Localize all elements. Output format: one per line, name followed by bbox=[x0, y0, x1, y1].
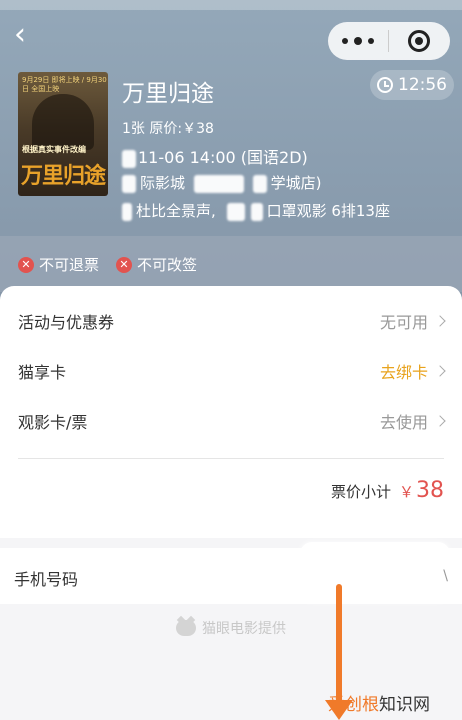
chevron-left-icon: ‹ bbox=[14, 17, 26, 52]
more-dots-icon bbox=[339, 37, 377, 45]
option-value: 去使用 bbox=[379, 409, 446, 433]
option-label: 观影卡/票 bbox=[18, 413, 88, 432]
option-value-text: 无可用 bbox=[379, 313, 428, 332]
policy-tag-label: 不可改签 bbox=[137, 256, 198, 274]
option-value: 去绑卡 bbox=[379, 359, 446, 383]
redaction-mark bbox=[226, 202, 245, 221]
option-value-text: 去使用 bbox=[379, 413, 428, 432]
chevron-right-icon bbox=[434, 315, 446, 327]
subtotal-amount: 38 bbox=[416, 478, 444, 503]
watermark-suffix: 知识网 bbox=[379, 695, 430, 715]
more-button[interactable] bbox=[328, 22, 388, 60]
redaction-mark bbox=[122, 202, 132, 221]
redaction-mark bbox=[122, 174, 136, 193]
cinema-line: 际影城 学城店) bbox=[122, 172, 321, 193]
poster-title: 万里归途 bbox=[21, 164, 106, 189]
ticket-subtotal: 票价小计 ￥ 38 bbox=[331, 478, 444, 503]
policy-tag-no-change: ✕ 不可改签 bbox=[116, 254, 197, 275]
clock-icon bbox=[377, 77, 393, 93]
option-value: 无可用 bbox=[379, 309, 446, 333]
seat-line: 杜比全景声, 口罩观影 6排13座 bbox=[122, 200, 390, 221]
chevron-right-icon bbox=[434, 415, 446, 427]
poster-tagline: 根据真实事件改编 bbox=[22, 145, 86, 154]
movie-title: 万里归途 bbox=[122, 81, 214, 107]
redaction-mark bbox=[193, 174, 244, 193]
x-circle-icon: ✕ bbox=[18, 256, 34, 273]
movie-poster: 9月29日 即将上映 / 9月30日 全国上映 根据真实事件改编 万里归途 bbox=[18, 72, 108, 196]
mini-program-capsule bbox=[328, 22, 450, 60]
subtotal-currency: ￥ bbox=[398, 483, 414, 501]
phone-label: 手机号码 bbox=[14, 570, 79, 589]
policy-tag-label: 不可退票 bbox=[39, 256, 100, 274]
annotation-arrow bbox=[336, 584, 342, 704]
option-label: 活动与优惠券 bbox=[18, 313, 115, 332]
x-circle-icon: ✕ bbox=[116, 256, 132, 273]
option-label: 猫享卡 bbox=[18, 363, 67, 382]
redaction-overlay bbox=[300, 542, 450, 602]
showtime-line: 11-06 14:00 (国语2D) bbox=[122, 144, 308, 168]
showtime-text: 11-06 14:00 (国语2D) bbox=[138, 148, 308, 167]
timer-value: 12:56 bbox=[398, 75, 447, 95]
countdown-timer: 12:56 bbox=[370, 70, 454, 100]
provider-credit: 猫眼电影提供 bbox=[0, 618, 462, 638]
redaction-mark bbox=[122, 149, 136, 168]
seat-text-head: 杜比全景声, bbox=[136, 202, 216, 220]
phone-edge-mark: \ bbox=[443, 568, 448, 584]
chevron-right-icon bbox=[434, 365, 446, 377]
option-value-text: 去绑卡 bbox=[379, 363, 428, 382]
subtotal-label: 票价小计 bbox=[330, 483, 391, 501]
option-row-coupons[interactable]: 活动与优惠券 无可用 bbox=[18, 296, 446, 346]
cinema-text: 际影城 bbox=[140, 174, 186, 192]
seat-text-tail: 口罩观影 6排13座 bbox=[266, 202, 390, 220]
maoyan-cat-icon bbox=[176, 620, 196, 636]
watermark-brand: 爱创根 bbox=[328, 695, 379, 715]
option-row-viewing-card[interactable]: 观影卡/票 去使用 bbox=[18, 396, 446, 446]
cinema-text-tail: 学城店) bbox=[270, 174, 322, 192]
back-button[interactable]: ‹ bbox=[14, 18, 42, 54]
phone-number-row[interactable]: 手机号码 \ bbox=[0, 542, 462, 604]
option-row-maoxiang-card[interactable]: 猫享卡 去绑卡 bbox=[18, 346, 446, 396]
poster-figures bbox=[32, 94, 94, 150]
target-close-icon bbox=[408, 30, 430, 52]
redaction-mark bbox=[252, 174, 267, 193]
redaction-mark bbox=[250, 202, 263, 221]
price-line: 1张 原价:￥38 bbox=[122, 121, 214, 137]
divider bbox=[18, 458, 444, 459]
watermark: 爱创根知识网 bbox=[328, 690, 430, 715]
policy-tag-no-refund: ✕ 不可退票 bbox=[18, 254, 99, 275]
provider-text: 猫眼电影提供 bbox=[202, 621, 286, 637]
poster-release-text: 9月29日 即将上映 / 9月30日 全国上映 bbox=[22, 76, 107, 93]
close-button[interactable] bbox=[389, 22, 449, 60]
status-bar bbox=[0, 0, 462, 10]
